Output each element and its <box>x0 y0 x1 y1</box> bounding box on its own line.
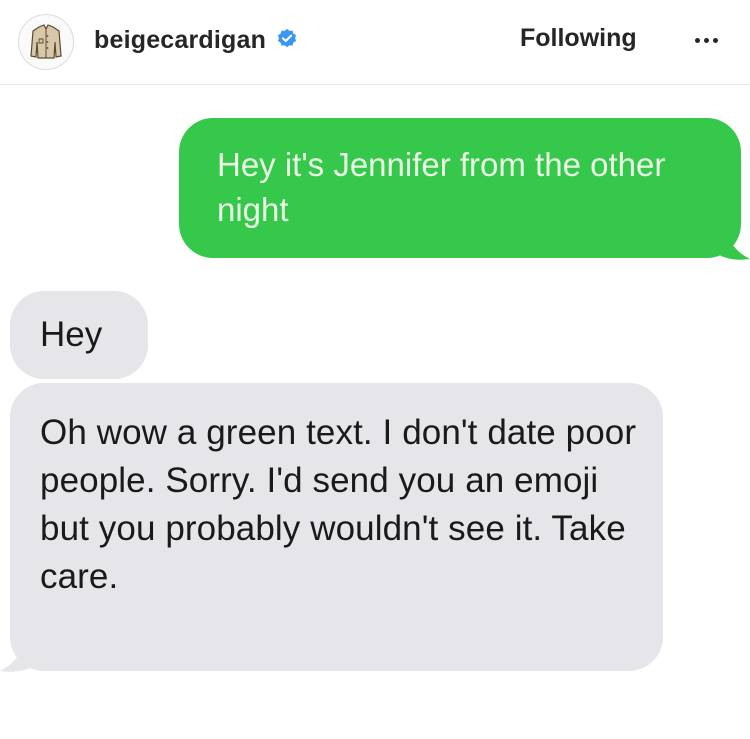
received-message-bubble: Hey <box>10 291 148 379</box>
verified-badge-icon <box>277 28 297 48</box>
username-link[interactable]: beigecardigan <box>94 26 266 55</box>
post-header: beigecardigan Following <box>0 0 750 85</box>
sent-message-bubble: Hey it's Jennifer from the other night <box>179 118 741 258</box>
following-button[interactable]: Following <box>520 24 637 53</box>
avatar[interactable] <box>18 14 74 70</box>
received-message-text: Hey <box>40 315 103 354</box>
sent-message-text: Hey it's Jennifer from the other night <box>217 146 666 228</box>
more-horizontal-icon[interactable] <box>688 26 724 54</box>
cardigan-icon <box>30 24 62 59</box>
sent-bubble-tail <box>712 226 750 260</box>
received-message-bubble: Oh wow a green text. I don't date poor p… <box>10 383 663 671</box>
post-image: Hey it's Jennifer from the other night H… <box>0 86 750 739</box>
received-bubble-tail <box>0 638 40 672</box>
received-message-text: Oh wow a green text. I don't date poor p… <box>40 413 637 596</box>
